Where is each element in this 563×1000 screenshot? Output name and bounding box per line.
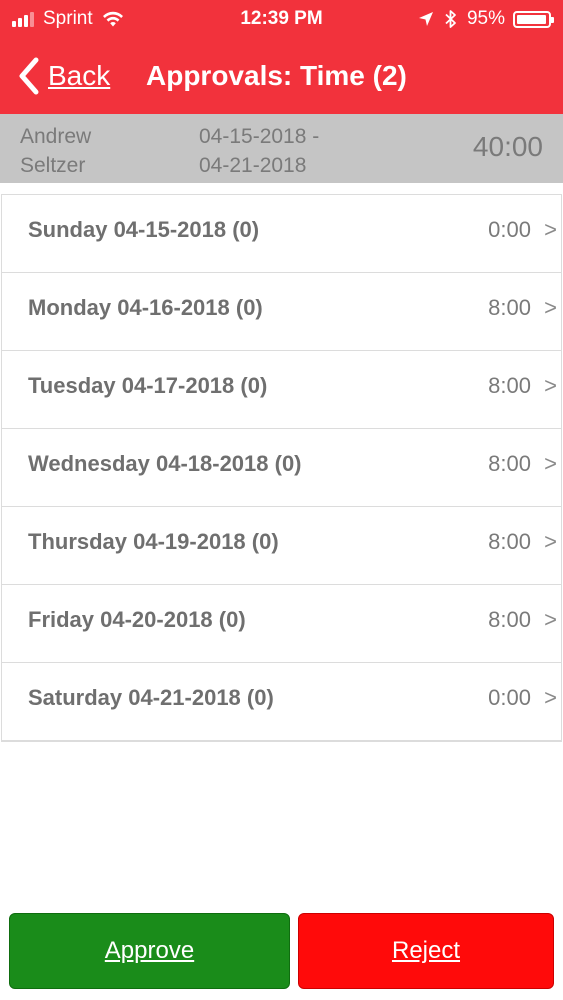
- chevron-right-icon: >: [544, 529, 557, 554]
- day-hours: 0:00: [488, 685, 531, 710]
- day-hours: 8:00: [488, 607, 531, 632]
- day-row-sunday[interactable]: Sunday 04-15-2018 (0) 0:00 >: [2, 195, 561, 273]
- day-row-saturday[interactable]: Saturday 04-21-2018 (0) 0:00 >: [2, 663, 561, 740]
- battery-percent: 95%: [466, 8, 505, 29]
- day-row-friday[interactable]: Friday 04-20-2018 (0) 8:00 >: [2, 585, 561, 663]
- day-hours: 8:00: [488, 295, 531, 320]
- date-range-end: 04-21-2018: [199, 154, 307, 177]
- day-row-monday[interactable]: Monday 04-16-2018 (0) 8:00 >: [2, 273, 561, 351]
- day-hours: 8:00: [488, 451, 531, 476]
- bluetooth-icon: [445, 10, 456, 28]
- day-row-wednesday[interactable]: Wednesday 04-18-2018 (0) 8:00 >: [2, 429, 561, 507]
- employee-name: Andrew Seltzer: [20, 122, 140, 180]
- chevron-left-icon: [19, 57, 39, 95]
- day-hours: 8:00: [488, 529, 531, 554]
- day-list: Sunday 04-15-2018 (0) 0:00 > Monday 04-1…: [1, 194, 562, 742]
- status-right: 95%: [417, 8, 554, 30]
- status-bar: Sprint 12:39 PM 95%: [0, 0, 563, 40]
- date-range-start: 04-15-2018 -: [199, 125, 320, 148]
- date-range: 04-15-2018 - 04-21-2018: [199, 122, 399, 180]
- total-hours: 40:00: [472, 131, 543, 162]
- day-hours: 0:00: [488, 217, 531, 242]
- day-row-thursday[interactable]: Thursday 04-19-2018 (0) 8:00 >: [2, 507, 561, 585]
- timesheet-summary: Andrew Seltzer 04-15-2018 - 04-21-2018 4…: [0, 114, 563, 183]
- approve-button[interactable]: Approve: [9, 913, 290, 989]
- day-label: Friday 04-20-2018 (0): [28, 607, 246, 632]
- employee-last-name: Seltzer: [20, 154, 86, 177]
- chevron-right-icon: >: [544, 451, 557, 476]
- day-label: Monday 04-16-2018 (0): [28, 295, 263, 320]
- location-arrow-icon: [418, 12, 433, 26]
- back-button[interactable]: Back: [14, 54, 110, 98]
- day-label: Wednesday 04-18-2018 (0): [28, 451, 302, 476]
- day-hours: 8:00: [488, 373, 531, 398]
- day-row-tuesday[interactable]: Tuesday 04-17-2018 (0) 8:00 >: [2, 351, 561, 429]
- chevron-right-icon: >: [544, 685, 557, 710]
- chevron-right-icon: >: [544, 373, 557, 398]
- chevron-right-icon: >: [544, 217, 557, 242]
- back-label: Back: [48, 60, 111, 91]
- approvals-time-screen: Sprint 12:39 PM 95% Back Approvals: Time…: [0, 0, 563, 1000]
- chevron-right-icon: >: [544, 295, 557, 320]
- reject-button[interactable]: Reject: [298, 913, 554, 989]
- day-label: Thursday 04-19-2018 (0): [28, 529, 279, 554]
- battery-icon: [513, 10, 554, 28]
- page-title: Approvals: Time (2): [146, 60, 407, 91]
- day-label: Saturday 04-21-2018 (0): [28, 685, 274, 710]
- chevron-right-icon: >: [544, 607, 557, 632]
- day-label: Sunday 04-15-2018 (0): [28, 217, 260, 242]
- employee-first-name: Andrew: [20, 125, 92, 148]
- navigation-bar: Back Approvals: Time (2): [0, 40, 563, 114]
- day-label: Tuesday 04-17-2018 (0): [28, 373, 268, 398]
